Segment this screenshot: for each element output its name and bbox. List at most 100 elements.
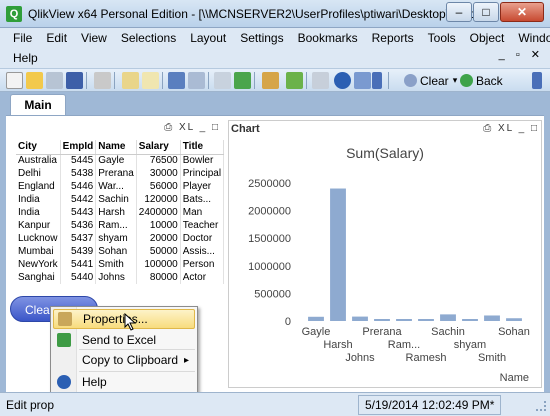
table-row[interactable]: Australia 5445 Gayle 76500 Bowler <box>16 154 225 167</box>
table-cell[interactable]: shyam <box>95 232 137 245</box>
reload-data-icon[interactable] <box>142 72 159 89</box>
column-header-city[interactable]: City <box>16 140 61 155</box>
table-row[interactable]: India 5442 Sachin 120000 Bats... <box>16 193 225 206</box>
table-cell[interactable]: Player <box>180 180 225 193</box>
current-selections-icon[interactable] <box>234 72 251 89</box>
table-cell[interactable]: Prerana <box>95 167 137 180</box>
redo-icon[interactable] <box>188 72 205 89</box>
table-cell[interactable]: 56000 <box>136 180 181 193</box>
table-cell[interactable]: Harsh <box>95 206 137 219</box>
new-document-icon[interactable] <box>6 72 23 89</box>
table-cell[interactable]: 5441 <box>60 258 97 271</box>
document-window-controls[interactable]: _ ▫ ✕ <box>499 48 544 61</box>
menu-tools[interactable]: Tools <box>421 31 463 45</box>
reload-icon[interactable] <box>46 72 63 89</box>
table-cell[interactable]: War... <box>95 180 137 193</box>
minimize-button[interactable]: – <box>446 2 472 22</box>
table-cell[interactable]: 5446 <box>60 180 97 193</box>
table-cell[interactable]: 5436 <box>60 219 97 232</box>
table-row[interactable]: Mumbai 5439 Sohan 50000 Assis... <box>16 245 225 258</box>
tab-main[interactable]: Main <box>10 94 66 116</box>
table-cell[interactable]: 10000 <box>136 219 181 232</box>
table-cell[interactable]: 5440 <box>60 271 97 284</box>
save-icon[interactable] <box>66 72 83 89</box>
column-header-empid[interactable]: EmpId <box>60 140 97 155</box>
bookmark-star-icon[interactable] <box>286 72 303 89</box>
table-row[interactable]: Lucknow 5437 shyam 20000 Doctor <box>16 232 225 245</box>
table-cell[interactable]: Actor <box>180 271 225 284</box>
close-button[interactable]: ✕ <box>500 2 544 22</box>
table-row[interactable]: NewYork 5441 Smith 100000 Person <box>16 258 225 271</box>
bar-smith[interactable] <box>484 315 500 321</box>
column-header-salary[interactable]: Salary <box>136 140 181 155</box>
table-cell[interactable]: Principal <box>180 167 225 180</box>
open-folder-icon[interactable] <box>26 72 43 89</box>
bar-gayle[interactable] <box>308 316 324 321</box>
menu-bookmarks[interactable]: Bookmarks <box>291 31 365 45</box>
table-row[interactable]: Sanghai 5440 Johns 80000 Actor <box>16 271 225 284</box>
chart-wizard-icon[interactable] <box>262 72 279 89</box>
bar-ram[interactable] <box>396 319 412 321</box>
table-cell[interactable]: 76500 <box>136 154 181 167</box>
table-cell[interactable]: Doctor <box>180 232 225 245</box>
table-cell[interactable]: 30000 <box>136 167 181 180</box>
table-cell[interactable]: Sachin <box>95 193 137 206</box>
table-row[interactable]: India 5443 Harsh 2400000 Man <box>16 206 225 219</box>
table-cell[interactable]: 5438 <box>60 167 97 180</box>
table-cell[interactable]: Bowler <box>180 154 225 167</box>
toolbar-overflow-icon[interactable] <box>532 72 542 89</box>
table-cell[interactable]: Sohan <box>95 245 137 258</box>
table-cell[interactable]: England <box>16 180 61 193</box>
table-row[interactable]: England 5446 War... 56000 Player <box>16 180 225 193</box>
column-header-title[interactable]: Title <box>180 140 225 155</box>
menu-settings[interactable]: Settings <box>233 31 290 45</box>
table-row[interactable]: Kanpur 5436 Ram... 10000 Teacher <box>16 219 225 232</box>
undo-icon[interactable] <box>168 72 185 89</box>
table-box[interactable]: ⎙ XL _ □ City EmpId Name Salary Title Austra… <box>14 120 225 292</box>
toolbar-clear-button[interactable]: Clear ▾ <box>400 71 461 90</box>
table-cell[interactable]: 50000 <box>136 245 181 258</box>
table-cell[interactable]: Sanghai <box>16 271 61 284</box>
table-cell[interactable]: 5443 <box>60 206 97 219</box>
table-cell[interactable]: Assis... <box>180 245 225 258</box>
menu-selections[interactable]: Selections <box>114 31 183 45</box>
bar-harsh[interactable] <box>330 188 346 321</box>
resize-grip-icon[interactable] <box>536 401 546 411</box>
design-grid-icon[interactable] <box>312 72 329 89</box>
table-cell[interactable]: Smith <box>95 258 137 271</box>
table-cell[interactable]: NewYork <box>16 258 61 271</box>
qlikview-app-icon[interactable]: Q <box>6 6 22 22</box>
table-cell[interactable]: Teacher <box>180 219 225 232</box>
table-cell[interactable]: Johns <box>95 271 137 284</box>
print-icon[interactable] <box>94 72 111 89</box>
chart-box[interactable]: Chart ⎙ XL _ □ Sum(Salary) 0 500000 100000… <box>228 120 542 388</box>
bar-sachin[interactable] <box>440 314 456 321</box>
table-cell[interactable]: 5439 <box>60 245 97 258</box>
table-cell[interactable]: Person <box>180 258 225 271</box>
context-help-icon[interactable] <box>354 72 371 89</box>
menu-object[interactable]: Object <box>463 31 512 45</box>
table-cell[interactable]: India <box>16 193 61 206</box>
table-cell[interactable]: 80000 <box>136 271 181 284</box>
table-cell[interactable]: Man <box>180 206 225 219</box>
search-icon[interactable] <box>214 72 231 89</box>
menu-window[interactable]: Window <box>511 31 550 45</box>
table-cell[interactable]: India <box>16 206 61 219</box>
table-cell[interactable]: 100000 <box>136 258 181 271</box>
toolbar-back-button[interactable]: Back <box>456 71 507 90</box>
column-header-name[interactable]: Name <box>95 140 137 155</box>
bar-sohan[interactable] <box>506 318 522 321</box>
menu-item-help[interactable]: Help <box>53 372 195 392</box>
table-cell[interactable]: 20000 <box>136 232 181 245</box>
table-cell[interactable]: Delhi <box>16 167 61 180</box>
table-caption-icons[interactable]: ⎙ XL _ □ <box>164 122 220 133</box>
menu-reports[interactable]: Reports <box>365 31 421 45</box>
bar-johns[interactable] <box>352 316 368 321</box>
menu-item-send-to-excel[interactable]: Send to Excel <box>53 330 195 350</box>
table-cell[interactable]: Gayle <box>95 154 137 167</box>
table-cell[interactable]: 5442 <box>60 193 97 206</box>
maximize-button[interactable]: □ <box>473 2 499 22</box>
table-cell[interactable]: Lucknow <box>16 232 61 245</box>
table-cell[interactable]: 5445 <box>60 154 97 167</box>
bar-prerana[interactable] <box>374 319 390 321</box>
